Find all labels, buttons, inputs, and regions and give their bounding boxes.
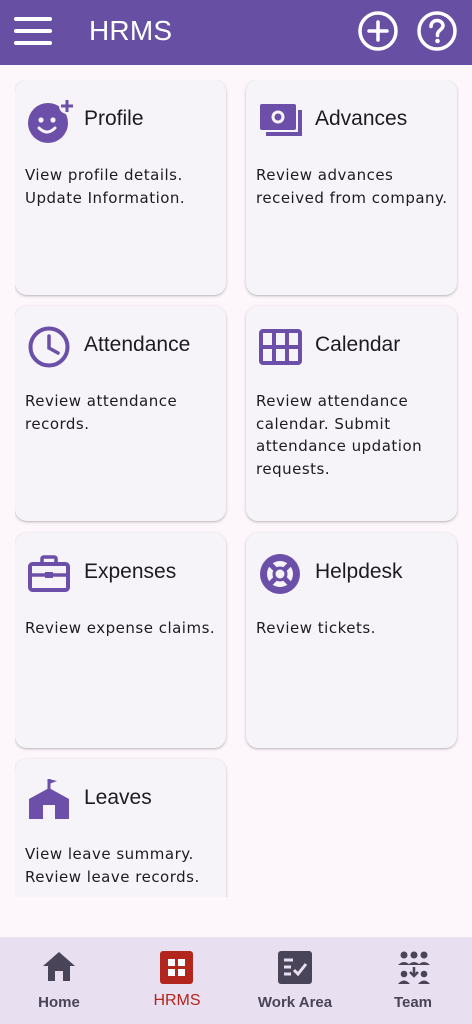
card-advances[interactable]: Advances Review advances received from c…	[246, 80, 457, 295]
nav-item-team[interactable]: Team	[354, 937, 472, 1024]
task-list-icon	[277, 950, 313, 986]
calendar-grid-icon	[258, 324, 302, 368]
home-icon	[41, 950, 77, 986]
briefcase-icon	[27, 551, 71, 595]
payments-icon	[258, 98, 302, 142]
nav-item-hrms[interactable]: HRMS	[118, 937, 236, 1024]
card-description: Review expense claims.	[25, 619, 216, 637]
card-profile[interactable]: Profile View profile details. Update Inf…	[15, 80, 226, 295]
card-title: Calendar	[315, 333, 401, 356]
app-bar: HRMS	[0, 0, 472, 65]
card-title: Advances	[315, 107, 408, 130]
card-description: Review attendance records.	[25, 392, 178, 433]
house-icon	[27, 777, 71, 821]
card-description: View leave summary. Review leave records…	[25, 845, 200, 886]
card-title: Helpdesk	[315, 560, 403, 583]
card-description: View profile details. Update Information…	[25, 166, 186, 207]
add-circle-icon[interactable]	[357, 10, 399, 52]
module-grid: Profile View profile details. Update Inf…	[15, 80, 459, 897]
nav-label: Team	[393, 994, 433, 1011]
nav-item-home[interactable]: Home	[0, 937, 118, 1024]
card-title: Expenses	[84, 560, 177, 583]
nav-label: HRMS	[153, 992, 201, 1009]
clock-icon	[27, 324, 71, 368]
menu-icon[interactable]	[14, 17, 54, 47]
card-description: Review tickets.	[256, 619, 376, 637]
card-expenses[interactable]: Expenses Review expense claims.	[15, 533, 226, 748]
card-title: Attendance	[84, 333, 191, 356]
card-helpdesk[interactable]: Helpdesk Review tickets.	[246, 533, 457, 748]
help-circle-icon[interactable]	[416, 10, 458, 52]
bottom-navigation: Home HRMS Work Area Team	[0, 937, 472, 1024]
card-attendance[interactable]: Attendance Review attendance records.	[15, 306, 226, 521]
page-title: HRMS	[89, 15, 173, 46]
card-title: Profile	[84, 107, 144, 130]
card-calendar[interactable]: Calendar Review attendance calendar. Sub…	[246, 306, 457, 521]
apps-grid-icon	[159, 950, 195, 986]
team-icon	[395, 950, 431, 986]
nav-label: Work Area	[257, 994, 333, 1011]
nav-label: Home	[38, 994, 80, 1011]
card-title: Leaves	[84, 786, 152, 809]
card-description: Review attendance calendar. Submit atten…	[256, 392, 423, 478]
face-add-icon	[27, 98, 75, 143]
lifebuoy-icon	[258, 551, 302, 595]
nav-item-work-area[interactable]: Work Area	[236, 937, 354, 1024]
card-leaves[interactable]: Leaves View leave summary. Review leave …	[15, 759, 226, 897]
card-description: Review advances received from company.	[256, 166, 448, 207]
